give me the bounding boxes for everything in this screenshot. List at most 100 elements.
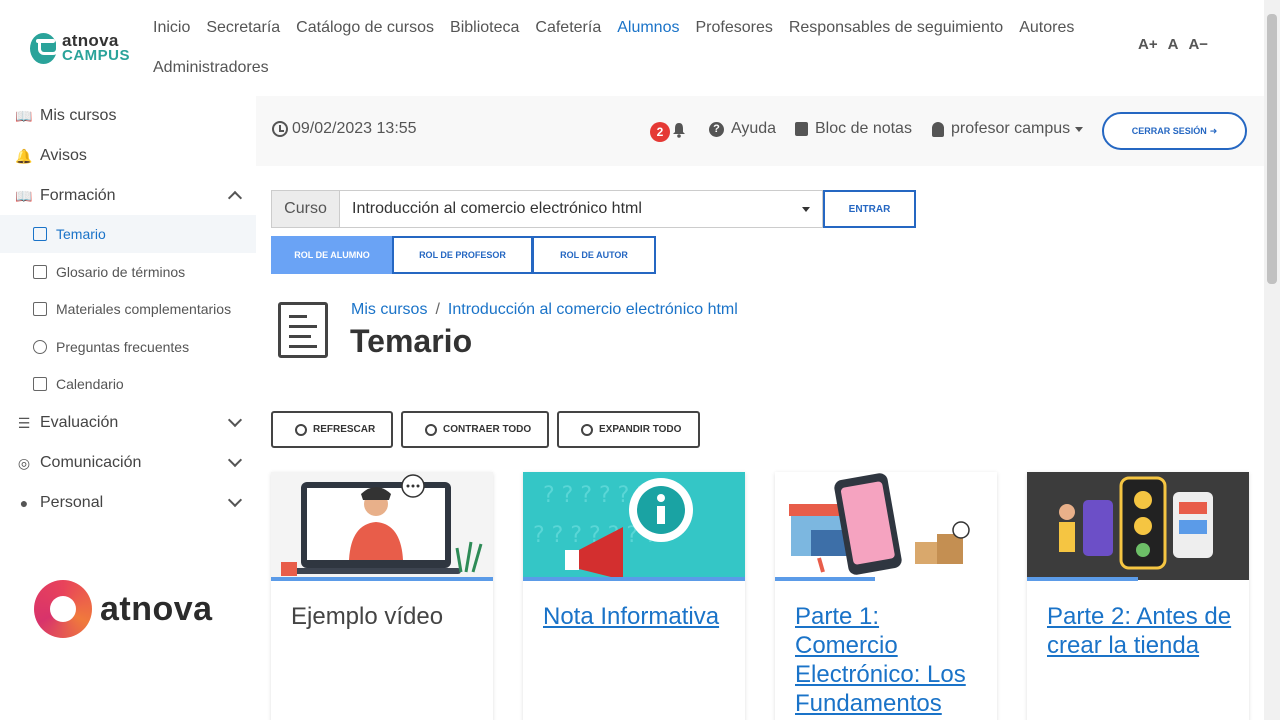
notes-link[interactable]: Bloc de notas bbox=[795, 120, 912, 138]
sidebar-item-label: Avisos bbox=[40, 147, 87, 164]
card-title-link[interactable]: Nota Informativa bbox=[543, 602, 733, 631]
sidebar-item-label: Materiales complementarios bbox=[56, 301, 232, 317]
nav-catalogo[interactable]: Catálogo de cursos bbox=[296, 8, 434, 48]
role-student-button[interactable]: ROL DE ALUMNO bbox=[271, 236, 393, 274]
syllabus-icon bbox=[278, 302, 328, 358]
expand-all-button[interactable]: EXPANDIR TODO bbox=[557, 411, 700, 448]
chevron-down-icon bbox=[227, 492, 243, 508]
list-icon bbox=[33, 227, 47, 241]
clock-icon bbox=[272, 121, 288, 137]
sidebar-item-calendario[interactable]: Calendario bbox=[0, 365, 256, 403]
lesson-card[interactable]: Parte 1: Comercio Electrónico: Los Funda… bbox=[775, 472, 997, 720]
sidebar-item-avisos[interactable]: 🔔 Avisos bbox=[0, 136, 256, 176]
nav-inicio[interactable]: Inicio bbox=[153, 8, 190, 48]
sidebar-item-glosario[interactable]: Glosario de términos bbox=[0, 253, 256, 291]
enter-button[interactable]: ENTRAR bbox=[823, 190, 916, 228]
refresh-button[interactable]: REFRESCAR bbox=[271, 411, 393, 448]
top-bar: atnova CAMPUS Inicio Secretaría Catálogo… bbox=[0, 0, 1264, 96]
breadcrumb-mis-cursos[interactable]: Mis cursos bbox=[351, 301, 427, 318]
sidebar-item-label: Mis cursos bbox=[40, 107, 117, 124]
nav-alumnos[interactable]: Alumnos bbox=[617, 8, 679, 48]
lesson-card[interactable]: Ejemplo vídeo bbox=[271, 472, 493, 720]
course-selector: Curso Introducción al comercio electróni… bbox=[271, 190, 916, 228]
course-select[interactable]: Introducción al comercio electrónico htm… bbox=[339, 190, 823, 228]
sidebar-item-materiales[interactable]: Materiales complementarios bbox=[0, 290, 256, 328]
role-author-button[interactable]: ROL DE AUTOR bbox=[532, 236, 656, 274]
video-illustration bbox=[271, 472, 493, 580]
zoom-in-icon bbox=[581, 423, 593, 436]
bell-icon[interactable] bbox=[672, 122, 686, 138]
lesson-card[interactable]: ? ? ? ? ? ? ? ? ? ? ? ? ? Nota Informati… bbox=[523, 472, 745, 720]
nav-responsables[interactable]: Responsables de seguimiento bbox=[789, 8, 1003, 48]
font-size-controls: A+ A A− bbox=[1138, 36, 1208, 53]
chevron-up-icon bbox=[227, 190, 243, 206]
sidebar-item-evaluacion[interactable]: ☰ Evaluación bbox=[0, 403, 256, 443]
sidebar-item-formacion[interactable]: 📖 Formación bbox=[0, 176, 256, 216]
logo-line1: atnova bbox=[61, 31, 119, 50]
question-icon bbox=[33, 340, 47, 354]
progress-bar bbox=[775, 577, 875, 581]
main-content: 09/02/2023 13:55 2 ? Ayuda Bloc de notas… bbox=[256, 96, 1264, 720]
sidebar-item-mis-cursos[interactable]: 📖 Mis cursos bbox=[0, 96, 256, 136]
font-normal-button[interactable]: A bbox=[1168, 36, 1179, 53]
atnova-wordmark: atnova bbox=[100, 589, 213, 628]
logout-button[interactable]: CERRAR SESIÓN ➜ bbox=[1102, 112, 1247, 150]
sidebar-item-label: Glosario de términos bbox=[56, 264, 186, 280]
chevron-down-icon bbox=[227, 412, 243, 428]
caret-down-icon bbox=[1075, 126, 1084, 132]
breadcrumb-course[interactable]: Introducción al comercio electrónico htm… bbox=[448, 301, 738, 318]
sidebar: 📖 Mis cursos 🔔 Avisos 📖 Formación Temari… bbox=[0, 96, 256, 720]
datetime: 09/02/2023 13:55 bbox=[272, 120, 417, 138]
scrollbar-thumb[interactable] bbox=[1267, 14, 1277, 284]
collapse-all-button[interactable]: CONTRAER TODO bbox=[401, 411, 549, 448]
sidebar-item-faq[interactable]: Preguntas frecuentes bbox=[0, 328, 256, 366]
page-scrollbar[interactable] bbox=[1264, 0, 1280, 720]
atnova-mark-icon bbox=[34, 580, 92, 638]
evaluation-icon: ☰ bbox=[17, 414, 31, 431]
question-circle-icon: ? bbox=[709, 121, 724, 137]
font-decrease-button[interactable]: A− bbox=[1188, 36, 1208, 53]
nav-cafeteria[interactable]: Cafetería bbox=[535, 8, 601, 48]
nav-profesores[interactable]: Profesores bbox=[695, 8, 772, 48]
sub-header: 09/02/2023 13:55 2 ? Ayuda Bloc de notas… bbox=[256, 96, 1264, 166]
sidebar-item-label: Calendario bbox=[56, 376, 124, 392]
lesson-card[interactable]: Parte 2: Antes de crear la tienda bbox=[1027, 472, 1249, 720]
sidebar-item-temario[interactable]: Temario bbox=[0, 215, 256, 253]
info-illustration: ? ? ? ? ? ? ? ? ? ? ? ? ? bbox=[523, 472, 745, 580]
sign-out-icon: ➜ bbox=[1209, 125, 1218, 136]
nav-secretaria[interactable]: Secretaría bbox=[206, 8, 280, 48]
atnova-logo: atnova bbox=[34, 580, 213, 638]
help-link[interactable]: ? Ayuda bbox=[709, 120, 776, 138]
sidebar-item-personal[interactable]: ● Personal bbox=[0, 483, 256, 523]
user-menu[interactable]: profesor campus bbox=[932, 120, 1084, 138]
nav-biblioteca[interactable]: Biblioteca bbox=[450, 8, 519, 48]
page-title: Temario bbox=[350, 323, 473, 359]
sidebar-item-label: Formación bbox=[40, 187, 116, 204]
sidebar-item-label: Comunicación bbox=[40, 454, 142, 471]
notepad-icon bbox=[795, 122, 808, 136]
progress-bar bbox=[523, 577, 745, 581]
chevron-down-icon bbox=[227, 452, 243, 468]
logo-line2: CAMPUS bbox=[61, 47, 130, 64]
graduation-cap-icon bbox=[30, 32, 59, 64]
card-title-link[interactable]: Parte 2: Antes de crear la tienda bbox=[1047, 602, 1237, 660]
role-teacher-button[interactable]: ROL DE PROFESOR bbox=[392, 236, 533, 274]
sidebar-item-comunicacion[interactable]: ◎ Comunicación bbox=[0, 443, 256, 483]
book-icon: 📖 bbox=[15, 107, 33, 124]
dropdown-arrow-icon bbox=[802, 207, 810, 212]
card-title-link[interactable]: Parte 1: Comercio Electrónico: Los Funda… bbox=[795, 602, 985, 718]
sidebar-item-label: Evaluación bbox=[40, 414, 119, 431]
person-icon: ● bbox=[19, 495, 29, 511]
campus-logo[interactable]: atnova CAMPUS bbox=[30, 30, 130, 66]
sidebar-item-label: Preguntas frecuentes bbox=[56, 339, 190, 355]
course-label: Curso bbox=[271, 190, 339, 228]
nav-autores[interactable]: Autores bbox=[1019, 8, 1074, 48]
main-nav: Inicio Secretaría Catálogo de cursos Bib… bbox=[153, 8, 1113, 88]
sidebar-item-label: Temario bbox=[56, 226, 106, 242]
notification-count-badge[interactable]: 2 bbox=[650, 122, 670, 142]
action-bar: REFRESCAR CONTRAER TODO EXPANDIR TODO bbox=[271, 411, 700, 448]
card-title: Ejemplo vídeo bbox=[291, 603, 444, 630]
font-increase-button[interactable]: A+ bbox=[1138, 36, 1158, 53]
glossary-icon bbox=[33, 265, 47, 279]
nav-administradores[interactable]: Administradores bbox=[153, 48, 269, 88]
